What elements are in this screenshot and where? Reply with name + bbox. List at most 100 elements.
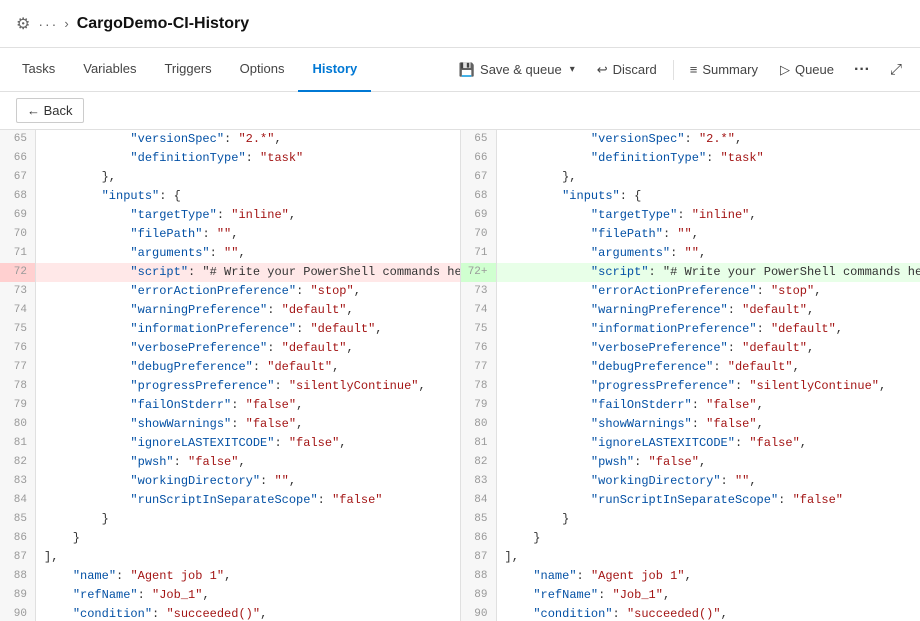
code-line: 82 "pwsh": "false", <box>461 453 920 472</box>
code-line: 71 "arguments": "", <box>0 244 460 263</box>
tab-tasks[interactable]: Tasks <box>8 48 69 92</box>
line-number: 75 <box>0 320 36 339</box>
diff-viewer: 65 "versionSpec": "2.*",66 "definitionTy… <box>0 130 920 621</box>
tab-triggers[interactable]: Triggers <box>150 48 225 92</box>
line-content: "arguments": "", <box>497 244 920 263</box>
line-content: "warningPreference": "default", <box>497 301 920 320</box>
code-line: 89 "refName": "Job_1", <box>0 586 460 605</box>
tab-history[interactable]: History <box>298 48 371 92</box>
line-content: "informationPreference": "default", <box>36 320 460 339</box>
line-number: 68 <box>0 187 36 206</box>
line-number: 81 <box>461 434 497 453</box>
line-number: 65 <box>0 130 36 149</box>
line-content: "verbosePreference": "default", <box>36 339 460 358</box>
line-content: "debugPreference": "default", <box>36 358 460 377</box>
right-code-lines: 65 "versionSpec": "2.*",66 "definitionTy… <box>461 130 920 621</box>
breadcrumb-dots[interactable]: ··· <box>38 16 58 32</box>
more-button[interactable]: ··· <box>846 56 878 84</box>
left-code-lines: 65 "versionSpec": "2.*",66 "definitionTy… <box>0 130 460 621</box>
line-number: 77 <box>461 358 497 377</box>
line-content: "pwsh": "false", <box>497 453 920 472</box>
line-content: "showWarnings": "false", <box>497 415 920 434</box>
line-number: 66 <box>461 149 497 168</box>
line-content: "script": "# Write your PowerShell comma… <box>497 263 920 282</box>
code-line: 75 "informationPreference": "default", <box>0 320 460 339</box>
code-line: 72 "script": "# Write your PowerShell co… <box>0 263 460 282</box>
code-line: 82 "pwsh": "false", <box>0 453 460 472</box>
line-content: "filePath": "", <box>36 225 460 244</box>
code-line: 71 "arguments": "", <box>461 244 920 263</box>
code-line: 84 "runScriptInSeparateScope": "false" <box>461 491 920 510</box>
code-line: 89 "refName": "Job_1", <box>461 586 920 605</box>
line-number: 69 <box>0 206 36 225</box>
line-number: 84 <box>461 491 497 510</box>
line-number: 74 <box>0 301 36 320</box>
line-number: 74 <box>461 301 497 320</box>
expand-icon: ⤢ <box>890 61 902 78</box>
line-content: "workingDirectory": "", <box>36 472 460 491</box>
code-line: 75 "informationPreference": "default", <box>461 320 920 339</box>
line-number: 82 <box>461 453 497 472</box>
code-line: 77 "debugPreference": "default", <box>461 358 920 377</box>
line-number: 82 <box>0 453 36 472</box>
app-icon: ⚙ <box>16 14 30 34</box>
save-queue-button[interactable]: 💾 Save & queue ▾ <box>449 57 585 83</box>
code-line: 83 "workingDirectory": "", <box>0 472 460 491</box>
code-line: 74 "warningPreference": "default", <box>461 301 920 320</box>
line-number: 90 <box>0 605 36 621</box>
line-content: "verbosePreference": "default", <box>497 339 920 358</box>
line-number: 80 <box>461 415 497 434</box>
tab-variables[interactable]: Variables <box>69 48 150 92</box>
line-number: 67 <box>461 168 497 187</box>
line-number: 79 <box>0 396 36 415</box>
code-line: 65 "versionSpec": "2.*", <box>0 130 460 149</box>
line-content: "versionSpec": "2.*", <box>36 130 460 149</box>
line-number: 89 <box>0 586 36 605</box>
code-line: 74 "warningPreference": "default", <box>0 301 460 320</box>
code-line: 84 "runScriptInSeparateScope": "false" <box>0 491 460 510</box>
code-line: 73 "errorActionPreference": "stop", <box>461 282 920 301</box>
summary-button[interactable]: ≡ Summary <box>680 57 768 82</box>
code-line: 76 "verbosePreference": "default", <box>461 339 920 358</box>
code-line: 88 "name": "Agent job 1", <box>0 567 460 586</box>
code-line: 70 "filePath": "", <box>461 225 920 244</box>
code-line: 79 "failOnStderr": "false", <box>0 396 460 415</box>
line-content: "progressPreference": "silentlyContinue"… <box>36 377 460 396</box>
line-number: 69 <box>461 206 497 225</box>
line-content: } <box>497 510 920 529</box>
line-number: 73 <box>0 282 36 301</box>
line-content: "condition": "succeeded()", <box>36 605 460 621</box>
line-number: 77 <box>0 358 36 377</box>
line-content: "informationPreference": "default", <box>497 320 920 339</box>
code-line: 68 "inputs": { <box>0 187 460 206</box>
line-content: "definitionType": "task" <box>36 149 460 168</box>
diff-panel-left[interactable]: 65 "versionSpec": "2.*",66 "definitionTy… <box>0 130 461 621</box>
back-button[interactable]: ← Back <box>16 98 84 123</box>
code-line: 77 "debugPreference": "default", <box>0 358 460 377</box>
line-number: 86 <box>461 529 497 548</box>
line-number: 85 <box>0 510 36 529</box>
queue-button[interactable]: ▷ Queue <box>770 57 844 83</box>
code-line: 87], <box>461 548 920 567</box>
back-bar: ← Back <box>0 92 920 130</box>
tab-options[interactable]: Options <box>226 48 299 92</box>
line-content: "name": "Agent job 1", <box>497 567 920 586</box>
diff-panel-right[interactable]: 65 "versionSpec": "2.*",66 "definitionTy… <box>461 130 920 621</box>
line-content: "workingDirectory": "", <box>497 472 920 491</box>
line-content: "script": "# Write your PowerShell comma… <box>36 263 461 282</box>
line-number: 89 <box>461 586 497 605</box>
expand-button[interactable]: ⤢ <box>880 56 912 83</box>
line-number: 86 <box>0 529 36 548</box>
line-content: ], <box>497 548 920 567</box>
line-content: "targetType": "inline", <box>497 206 920 225</box>
code-line: 86 } <box>461 529 920 548</box>
code-line: 87], <box>0 548 460 567</box>
line-content: "errorActionPreference": "stop", <box>497 282 920 301</box>
summary-icon: ≡ <box>690 62 698 77</box>
line-number: 83 <box>0 472 36 491</box>
code-line: 67 }, <box>461 168 920 187</box>
discard-button[interactable]: ↩ Discard <box>587 57 667 83</box>
header: ⚙ ··· › CargoDemo-CI-History <box>0 0 920 48</box>
line-number: 78 <box>461 377 497 396</box>
line-content: "runScriptInSeparateScope": "false" <box>36 491 460 510</box>
